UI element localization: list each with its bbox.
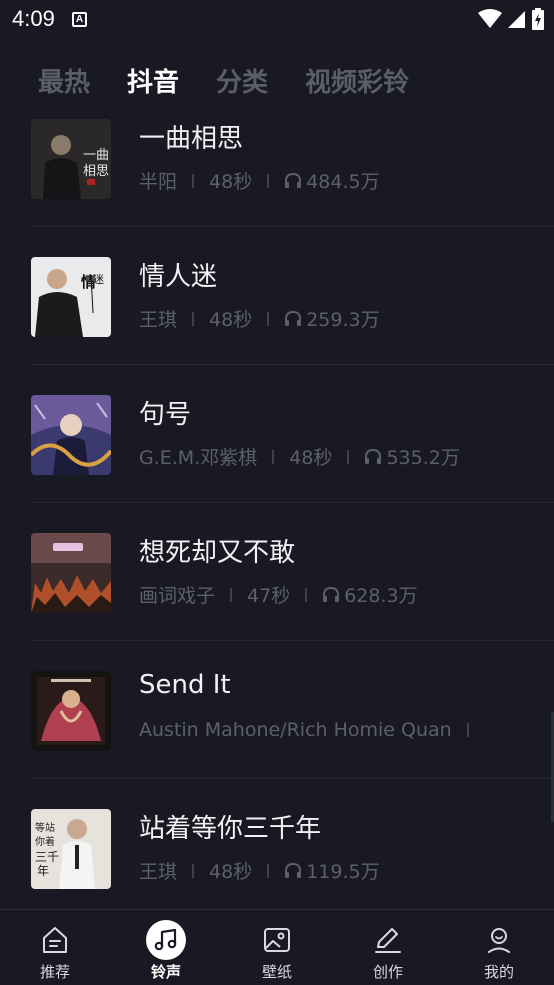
song-meta: Austin Mahone/Rich Homie Quan [139,719,484,741]
meta-separator [267,311,270,326]
headphones-icon [365,448,382,464]
svg-text:迷: 迷 [93,273,104,286]
song-title: 情人迷 [139,262,218,292]
song-list[interactable]: 一曲 相思 一曲相思 半阳 48秒 484.5万 情 迷 情人迷 王琪 48秒 … [0,112,554,909]
play-count: 484.5万 [284,167,380,194]
play-count-value: 119.5万 [306,861,380,883]
album-cover: 等站 你着 三千 年 [31,809,111,889]
song-artist: G.E.M.邓紫棋 [139,447,258,469]
meta-separator [230,587,233,602]
nav-label: 壁纸 [261,963,292,981]
song-meta: 半阳 48秒 484.5万 [139,167,380,194]
wallpaper-icon [257,920,297,960]
profile-icon [479,920,519,960]
song-meta: 画词戏子 47秒 628.3万 [139,581,418,608]
tab-hot[interactable]: 最热 [38,62,90,99]
song-artist: 画词戏子 [139,585,216,607]
nav-label: 铃声 [150,963,181,981]
status-icons [478,8,544,30]
svg-text:等站: 等站 [35,821,55,834]
play-count-value: 535.2万 [386,447,460,469]
song-duration: 48秒 [289,447,333,469]
meta-separator [192,173,195,188]
nav-create[interactable]: 创作 [338,910,438,985]
meta-separator [305,587,308,602]
bottom-navigation: 推荐 铃声 壁纸 创作 我的 [0,909,554,985]
svg-text:你着: 你着 [35,835,55,848]
svg-text:相思: 相思 [83,164,109,179]
tab-video-ringtone[interactable]: 视频彩铃 [305,62,409,99]
album-cover: 一曲 相思 [31,119,111,199]
song-meta: 王琪 48秒 119.5万 [139,857,380,884]
song-meta: G.E.M.邓紫棋 48秒 535.2万 [139,443,460,470]
play-count: 259.3万 [284,305,380,332]
play-count-value: 628.3万 [344,585,418,607]
meta-separator [267,173,270,188]
nav-label: 我的 [483,963,514,981]
song-duration: 48秒 [209,309,253,331]
song-title: Send It [139,670,231,700]
wifi-icon [478,9,502,28]
song-duration: 48秒 [209,861,253,883]
meta-separator [466,723,469,737]
play-count: 119.5万 [284,857,380,884]
song-artist: 王琪 [139,861,178,883]
headphones-icon [285,310,302,326]
battery-icon [532,8,544,30]
notification-a-icon: A [72,12,87,27]
tab-douyin[interactable]: 抖音 [127,62,179,99]
meta-separator [267,863,270,878]
pencil-icon [368,920,408,960]
album-cover [31,671,111,751]
headphones-icon [323,586,340,602]
meta-separator [192,311,195,326]
category-tabs: 最热 抖音 分类 视频彩铃 [0,62,554,106]
album-cover [31,533,111,613]
song-row[interactable]: 情 迷 情人迷 王琪 48秒 259.3万 [0,227,554,365]
svg-text:年: 年 [37,864,49,878]
song-duration: 47秒 [247,585,291,607]
headphones-icon [285,172,302,188]
nav-recommend[interactable]: 推荐 [5,910,105,985]
song-title: 句号 [139,400,192,430]
album-cover [31,395,111,475]
nav-mine[interactable]: 我的 [449,910,549,985]
nav-label: 推荐 [39,963,70,981]
svg-text:一曲: 一曲 [83,148,109,163]
nav-label: 创作 [372,963,403,981]
song-row[interactable]: 句号 G.E.M.邓紫棋 48秒 535.2万 [0,365,554,503]
headphones-icon [285,862,302,878]
play-count-value: 484.5万 [306,171,380,193]
meta-separator [347,449,350,464]
song-title: 站着等你三千年 [139,814,322,844]
meta-separator [192,863,195,878]
album-cover: 情 迷 [31,257,111,337]
svg-text:三千: 三千 [35,850,59,864]
song-artist: 半阳 [139,171,178,193]
play-count-value: 259.3万 [306,309,380,331]
song-title: 一曲相思 [139,124,244,154]
song-duration: 48秒 [209,171,253,193]
status-time: 4:09 [12,6,55,31]
song-meta: 王琪 48秒 259.3万 [139,305,380,332]
song-artist: 王琪 [139,309,178,331]
meta-separator [272,449,275,464]
signal-icon [508,11,525,28]
song-row[interactable]: 等站 你着 三千 年 站着等你三千年 王琪 48秒 119.5万 [0,779,554,909]
song-title: 想死却又不敢 [139,538,296,568]
song-row[interactable]: 一曲 相思 一曲相思 半阳 48秒 484.5万 [0,112,554,227]
status-bar: 4:09 A [0,0,554,40]
song-artist: Austin Mahone/Rich Homie Quan [139,719,452,741]
nav-wallpaper[interactable]: 壁纸 [227,910,327,985]
song-row[interactable]: Send It Austin Mahone/Rich Homie Quan [0,641,554,779]
nav-ringtone[interactable]: 铃声 [116,910,216,985]
music-note-icon [146,920,186,960]
recommend-icon [35,920,75,960]
play-count: 628.3万 [322,581,418,608]
tab-category[interactable]: 分类 [216,62,268,99]
song-row[interactable]: 想死却又不敢 画词戏子 47秒 628.3万 [0,503,554,641]
play-count: 535.2万 [364,443,460,470]
